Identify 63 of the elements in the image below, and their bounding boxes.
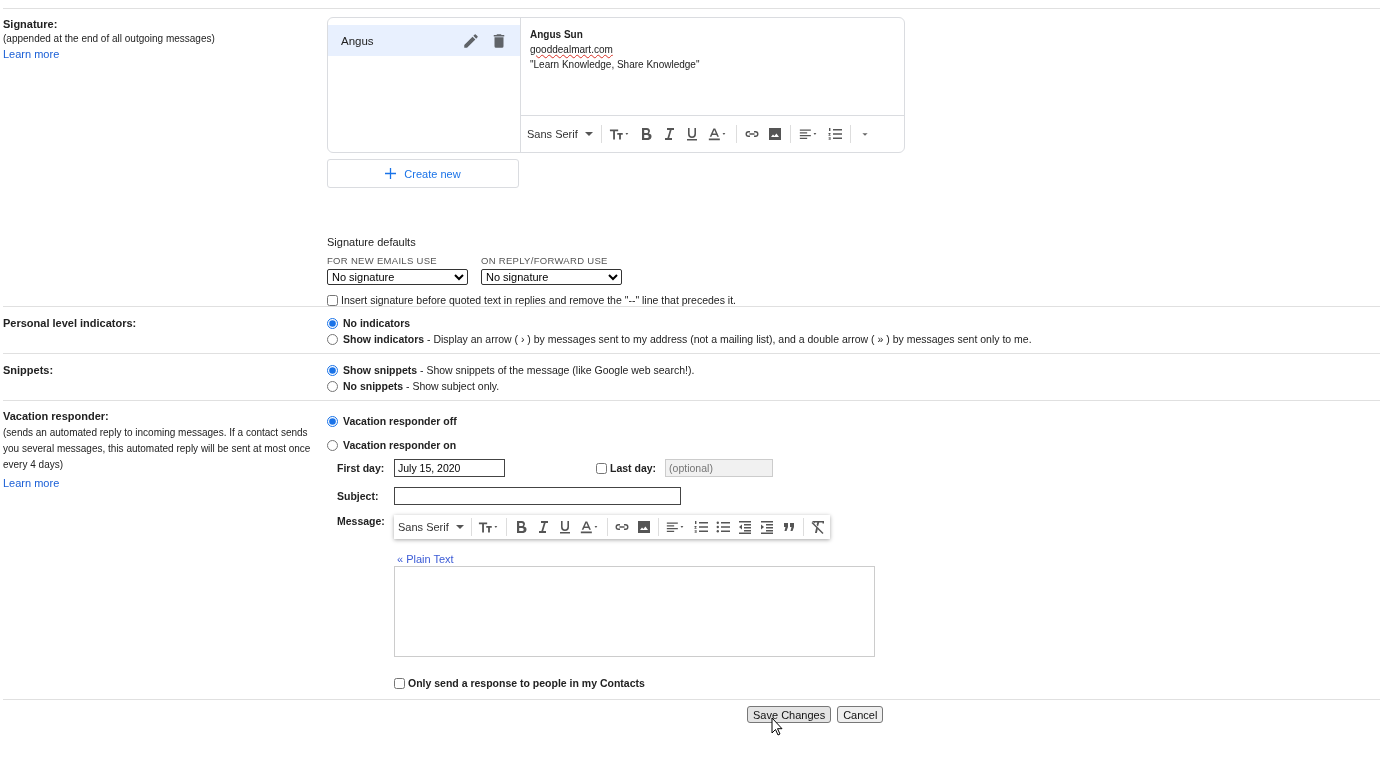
learn-more-link[interactable]: Learn more <box>3 477 60 489</box>
radio-button[interactable] <box>327 364 338 376</box>
signature-text: Angus Sun <box>530 28 583 42</box>
checkbox-label: Only send a response to people in my Contacts <box>408 677 645 689</box>
signature-name: Angus <box>341 34 375 47</box>
signature-text: gooddealmart.com <box>530 43 613 57</box>
signature-text: "Learn Knowledge, Share Knowledge" <box>530 58 700 72</box>
section-title: Personal level indicators: <box>3 317 138 329</box>
signature-item[interactable]: Angus <box>328 25 520 56</box>
option-text: No indicators <box>343 317 411 329</box>
radio-button[interactable] <box>327 415 338 427</box>
radio-button[interactable] <box>327 333 338 345</box>
checkbox[interactable] <box>327 294 338 306</box>
checkbox[interactable] <box>394 677 405 689</box>
checkbox[interactable] <box>596 462 607 474</box>
section-title: Signature: <box>3 18 59 30</box>
section-title: Snippets: <box>3 364 55 376</box>
create-new-button[interactable]: Create new <box>327 159 519 188</box>
radio-button[interactable] <box>327 317 338 329</box>
signature-select[interactable]: No signature <box>327 269 468 285</box>
message-field[interactable] <box>394 566 875 657</box>
radio-button[interactable] <box>327 439 338 451</box>
radio-button[interactable] <box>327 380 338 392</box>
edit-icon[interactable] <box>462 31 480 50</box>
caret-icon <box>454 522 465 532</box>
defaults-title: Signature defaults <box>327 236 417 248</box>
outdent-icon[interactable] <box>736 519 753 535</box>
field-label: Last day: <box>610 462 657 474</box>
indent-icon[interactable] <box>758 519 775 535</box>
field-label: First day: <box>337 462 385 474</box>
section-title: Vacation responder: <box>3 410 110 422</box>
field-label: Message: <box>337 515 385 527</box>
numbered-list-icon[interactable] <box>692 519 709 535</box>
option-text: Vacation responder off <box>343 415 457 427</box>
bulleted-list-icon[interactable] <box>714 519 731 535</box>
plus-icon <box>385 168 397 179</box>
subject-field[interactable] <box>394 487 681 505</box>
checkbox-label: Insert signature before quoted text in replies and remove the "--" line that precedes it. <box>341 294 736 306</box>
cursor-icon <box>771 717 783 736</box>
field-label: ON REPLY/FORWARD USE <box>481 255 609 266</box>
cancel-button[interactable]: Cancel <box>837 706 884 723</box>
numbered-list-icon[interactable] <box>826 126 843 142</box>
section-note: (sends an automated reply to incoming messages. If a contact sends you several messages, this automated reply will be sent at most once every 4 days) <box>3 426 312 472</box>
learn-more-link[interactable]: Learn more <box>3 48 60 60</box>
font-dropdown[interactable]: Sans Serif <box>398 521 465 533</box>
section-note: (appended at the end of all outgoing messages) <box>3 33 216 44</box>
option-text: No snippets - Show subject only. <box>343 380 500 392</box>
image-icon[interactable] <box>766 126 783 142</box>
field-label: Subject: <box>337 490 380 502</box>
signature-select[interactable]: No signature <box>481 269 622 285</box>
image-icon[interactable] <box>635 519 652 535</box>
caret-icon <box>583 129 594 139</box>
text-size-icon[interactable] <box>608 126 631 142</box>
text-size-icon[interactable] <box>477 519 500 535</box>
option-text: Vacation responder on <box>343 439 457 451</box>
option-text: Show indicators - Display an arrow ( › ) by messages sent to my address (not a mailing list), and a double arrow ( » ) by messages sent only to me. <box>343 333 1032 345</box>
option-text: Show snippets - Show snippets of the message (like Google web search!). <box>343 364 695 376</box>
plain-text-link[interactable]: « Plain Text <box>397 553 454 565</box>
save-button[interactable]: Save Changes <box>747 706 832 723</box>
font-dropdown[interactable]: Sans Serif <box>527 128 594 140</box>
field-label: FOR NEW EMAILS USE <box>327 255 438 266</box>
remove-format-icon[interactable] <box>809 519 826 535</box>
date-field[interactable]: July 15, 2020 <box>394 459 505 477</box>
